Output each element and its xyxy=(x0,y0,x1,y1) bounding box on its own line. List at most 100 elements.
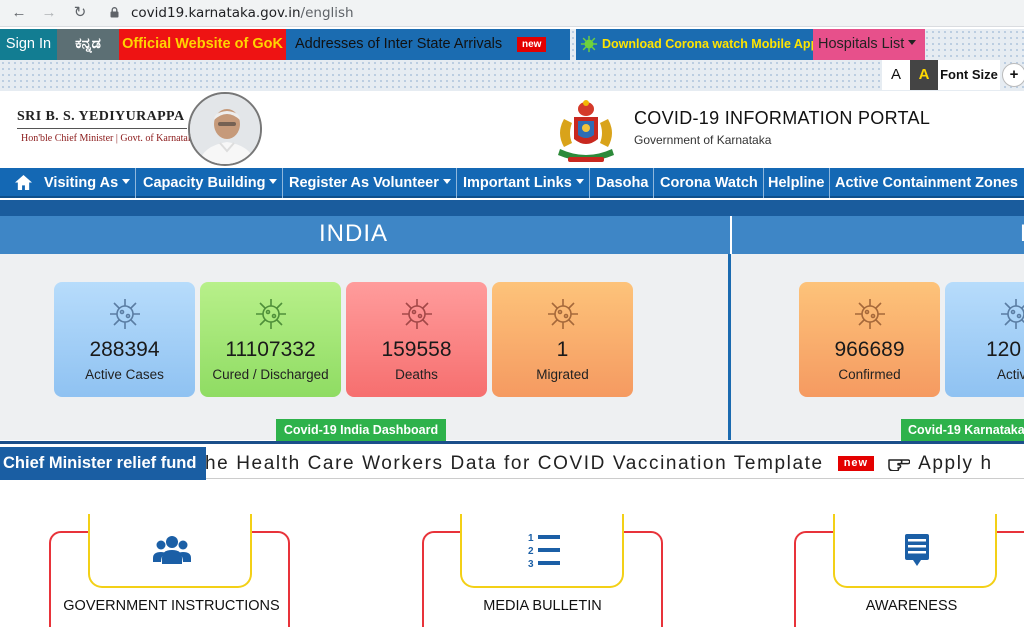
awareness-label: AWARENESS xyxy=(865,598,958,614)
virus-icon xyxy=(548,299,578,329)
portal-title: COVID-19 INFORMATION PORTAL xyxy=(634,108,931,128)
karnataka-emblem-logo xyxy=(558,100,614,162)
font-normal-button[interactable]: A xyxy=(882,60,910,90)
india-migrated-label: Migrated xyxy=(536,367,589,382)
chevron-down-icon xyxy=(575,179,584,184)
nav-helpline[interactable]: Helpline xyxy=(763,168,831,198)
font-size-bar: A A Font Size + xyxy=(0,60,1024,91)
chat-list-icon xyxy=(905,534,929,566)
font-contrast-button[interactable]: A xyxy=(910,60,938,90)
chevron-down-icon xyxy=(122,179,131,184)
cm-portrait-image xyxy=(190,94,260,164)
url-host: covid19.karnataka.gov.in xyxy=(131,5,301,21)
karnataka-header: K xyxy=(732,216,1024,254)
address-bar[interactable]: covid19.karnataka.gov.in/english xyxy=(104,2,1014,24)
india-migrated-card: 1 Migrated xyxy=(492,282,633,397)
official-website-link[interactable]: Official Website of GoK xyxy=(119,29,286,60)
media-bulletin-label: MEDIA BULLETIN xyxy=(483,598,602,614)
cm-title: Hon'ble Chief Minister | Govt. of Karnat… xyxy=(21,133,198,144)
svg-text:3: 3 xyxy=(528,559,534,570)
chevron-down-icon xyxy=(269,179,278,184)
karnataka-active-card: 120 Activ xyxy=(945,282,1024,397)
cm-name: SRI B. S. YEDIYURAPPA xyxy=(17,109,185,124)
svg-text:1: 1 xyxy=(528,533,534,544)
kannada-language-link[interactable]: ಕನ್ನಡ xyxy=(57,29,119,60)
awareness-icon-box xyxy=(833,514,997,588)
chevron-down-icon xyxy=(442,179,451,184)
users-icon xyxy=(153,536,191,564)
government-instructions-label: GOVERNMENT INSTRUCTIONS xyxy=(63,598,280,614)
cm-relief-fund-link[interactable]: Chief Minister relief fund xyxy=(0,447,206,480)
cm-divider xyxy=(17,128,187,129)
forward-arrow-icon[interactable]: → xyxy=(38,3,60,23)
inter-state-arrivals-link[interactable]: Addresses of Inter State Arrivals new xyxy=(286,29,570,60)
news-ticker: Chief Minister relief fund he Health Car… xyxy=(0,441,1024,480)
font-size-label: Font Size xyxy=(938,60,1000,90)
nav-visiting-as[interactable]: Visiting As xyxy=(39,168,137,198)
india-title: INDIA xyxy=(319,220,389,247)
india-active-cases-value: 288394 xyxy=(89,338,160,361)
stats-divider xyxy=(728,254,731,440)
nav-active-containment-zones[interactable]: Active Containment Zones xyxy=(830,168,1023,198)
chevron-down-icon xyxy=(908,40,917,45)
virus-icon xyxy=(855,299,885,329)
india-deaths-card: 159558 Deaths xyxy=(346,282,487,397)
india-active-cases-card: 288394 Active Cases xyxy=(54,282,195,397)
numbered-list-icon: 1 2 3 xyxy=(528,533,560,570)
nav-corona-watch[interactable]: Corona Watch xyxy=(655,168,764,198)
virus-icon xyxy=(402,299,432,329)
karnataka-dashboard-button[interactable]: Covid-19 Karnataka xyxy=(901,419,1024,441)
top-ribbon: Sign In ಕನ್ನಡ Official Website of GoK Ad… xyxy=(0,29,1024,60)
india-header: INDIA xyxy=(0,216,730,254)
reload-icon[interactable]: ↻ xyxy=(69,3,91,23)
media-bulletin-icon-box: 1 2 3 xyxy=(460,514,624,588)
karnataka-confirmed-value: 966689 xyxy=(834,338,905,361)
browser-toolbar: ← → ↻ covid19.karnataka.gov.in/english xyxy=(0,0,1024,27)
virus-icon xyxy=(580,35,598,53)
ticker-apply-text: Apply h xyxy=(918,453,993,474)
karnataka-confirmed-card: 966689 Confirmed xyxy=(799,282,940,397)
karnataka-title: K xyxy=(1020,220,1024,248)
nav-important-links[interactable]: Important Links xyxy=(458,168,590,198)
nav-visiting-as-label: Visiting As xyxy=(44,175,119,191)
virus-icon xyxy=(256,299,286,329)
hospitals-list-label: Hospitals List xyxy=(818,36,905,52)
portal-subtitle: Government of Karnataka xyxy=(634,133,772,147)
nav-dasoha[interactable]: Dasoha xyxy=(591,168,655,198)
india-deaths-value: 159558 xyxy=(381,338,452,361)
india-dashboard-button[interactable]: Covid-19 India Dashboard xyxy=(276,419,446,441)
hospitals-list-dropdown[interactable]: Hospitals List xyxy=(813,29,925,60)
government-instructions-icon-box xyxy=(88,514,252,588)
karnataka-active-label: Activ xyxy=(997,367,1024,382)
download-app-label: Download Corona watch Mobile App xyxy=(602,37,819,51)
nav-capacity-building-label: Capacity Building xyxy=(143,175,266,191)
india-cured-card: 11107332 Cured / Discharged xyxy=(200,282,341,397)
url-path: /english xyxy=(300,5,354,21)
nav-register-volunteer-label: Register As Volunteer xyxy=(289,175,439,191)
pointing-hand-icon xyxy=(888,459,911,471)
ticker-text: he Health Care Workers Data for COVID Va… xyxy=(205,453,824,474)
karnataka-confirmed-label: Confirmed xyxy=(838,367,901,382)
india-cured-value: 11107332 xyxy=(225,338,316,361)
sign-in-button[interactable]: Sign In xyxy=(0,29,57,60)
india-migrated-value: 1 xyxy=(556,338,569,361)
new-badge: new xyxy=(517,37,547,52)
svg-text:2: 2 xyxy=(528,546,534,557)
cm-photo xyxy=(188,92,262,166)
back-arrow-icon[interactable]: ← xyxy=(8,3,30,23)
india-active-cases-label: Active Cases xyxy=(85,367,164,382)
ticker-marquee[interactable]: he Health Care Workers Data for COVID Va… xyxy=(205,450,1024,478)
lock-icon xyxy=(110,7,119,18)
inter-state-arrivals-label: Addresses of Inter State Arrivals xyxy=(295,36,503,52)
font-increase-button[interactable]: + xyxy=(1002,63,1024,87)
nav-important-links-label: Important Links xyxy=(463,175,572,191)
nav-register-volunteer[interactable]: Register As Volunteer xyxy=(284,168,457,198)
download-app-link[interactable]: Download Corona watch Mobile App xyxy=(576,29,818,60)
main-nav: Visiting As Capacity Building Register A… xyxy=(0,168,1024,198)
nav-capacity-building[interactable]: Capacity Building xyxy=(138,168,284,198)
india-deaths-label: Deaths xyxy=(395,367,438,382)
india-cured-label: Cured / Discharged xyxy=(212,367,329,382)
nav-underline-strip xyxy=(0,200,1024,216)
site-header: SRI B. S. YEDIYURAPPA Hon'ble Chief Mini… xyxy=(0,91,1024,168)
home-icon[interactable] xyxy=(14,174,33,191)
